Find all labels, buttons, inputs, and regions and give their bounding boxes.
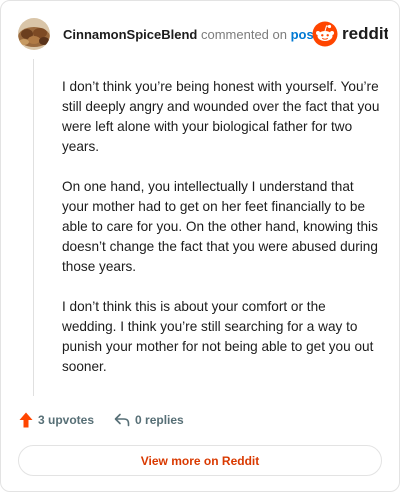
comment-header: CinnamonSpiceBlend commented on post (63, 27, 318, 43)
avatar[interactable] (18, 18, 50, 50)
comment-body: I don’t think you’re being honest with y… (62, 77, 382, 397)
reddit-logo[interactable]: reddit (312, 21, 390, 47)
comment-actions: 3 upvotes 0 replies (19, 410, 184, 430)
action-text: commented on (200, 27, 287, 42)
reply-arrow-icon (114, 413, 130, 427)
view-more-button[interactable]: View more on Reddit (18, 445, 382, 476)
username[interactable]: CinnamonSpiceBlend (63, 27, 197, 42)
avatar-image (18, 18, 50, 50)
thread-line (33, 59, 34, 396)
upvote-count: 3 upvotes (38, 413, 95, 427)
reply-count: 0 replies (135, 413, 184, 427)
reddit-wordmark: reddit (342, 24, 388, 43)
comment-paragraph-2: On one hand, you intellectually I unders… (62, 179, 378, 274)
embedded-comment-card: CinnamonSpiceBlend commented on post red… (0, 0, 400, 492)
upvote-arrow-icon (19, 412, 33, 428)
comment-paragraph-1: I don’t think you’re being honest with y… (62, 79, 380, 154)
replies-button[interactable]: 0 replies (114, 413, 184, 427)
comment-paragraph-3: I don’t think this is about your comfort… (62, 299, 374, 374)
upvote-button[interactable]: 3 upvotes (19, 412, 94, 428)
reddit-snoo-icon: reddit (312, 21, 390, 47)
